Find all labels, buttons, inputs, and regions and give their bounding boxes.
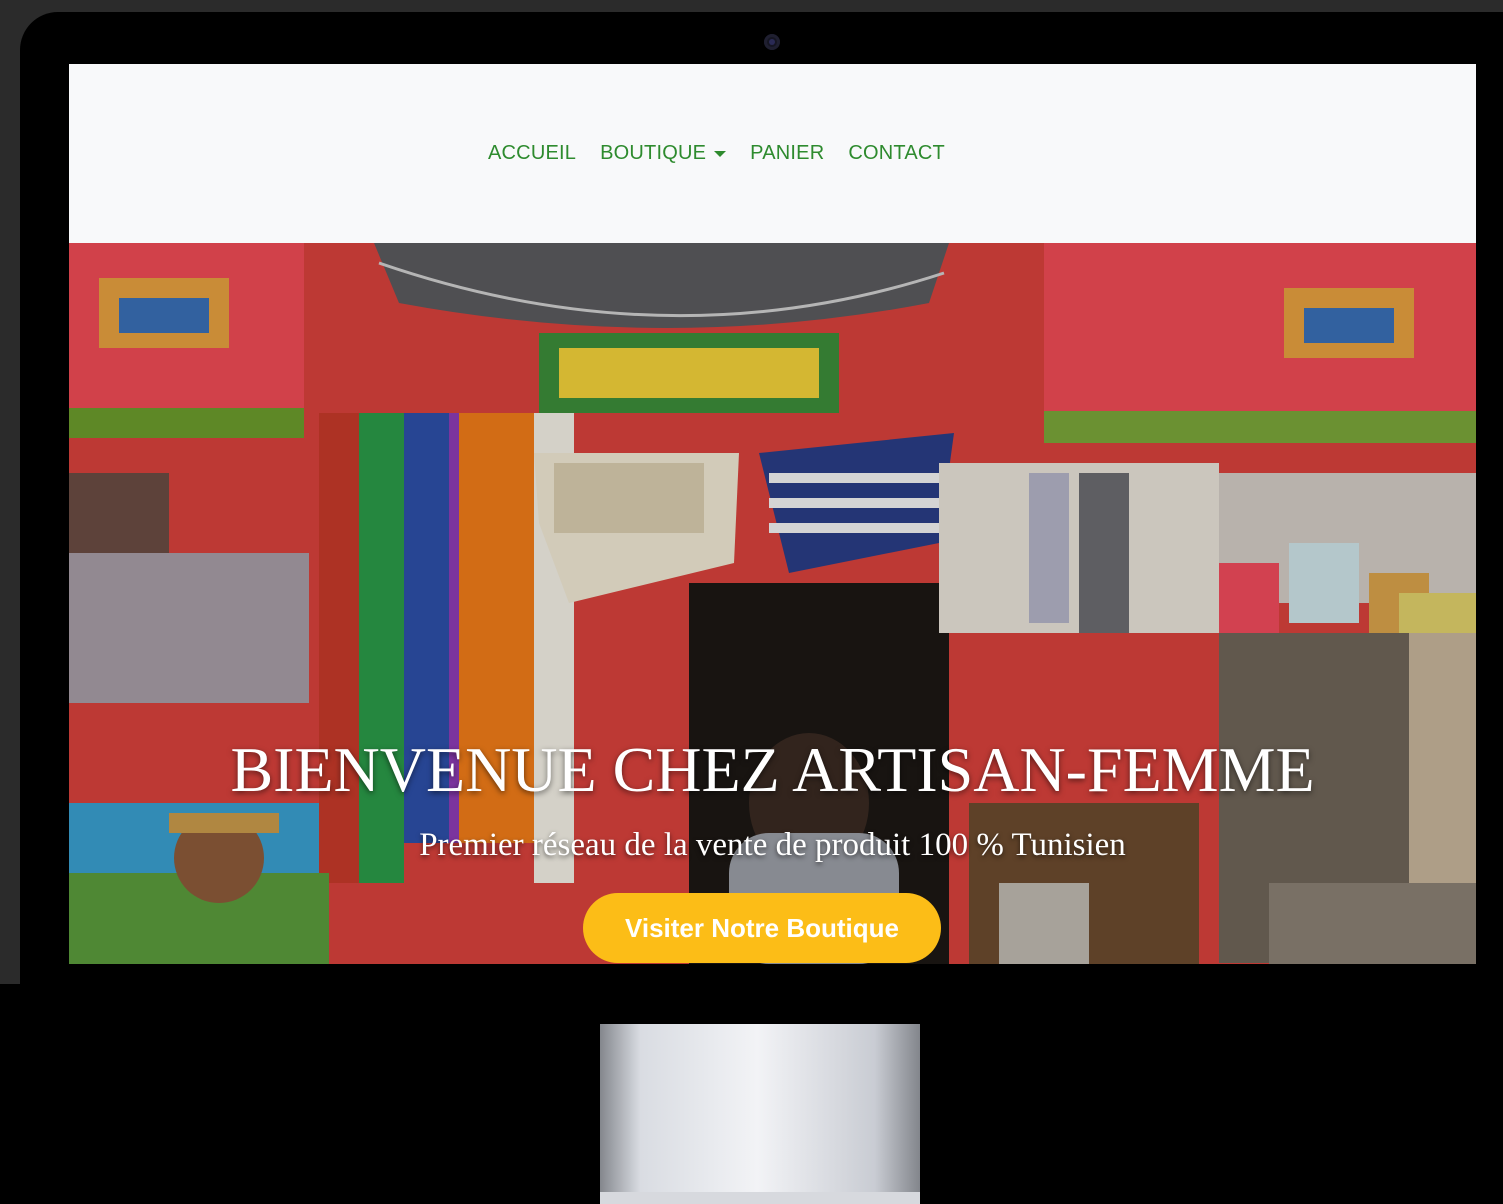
monitor-stand [600,1024,920,1204]
hero-title: BIENVENUE CHEZ ARTISAN-FEMME [230,734,1315,805]
visit-shop-button[interactable]: Visiter Notre Boutique [583,893,941,963]
nav-link-contact[interactable]: CONTACT [836,142,957,165]
nav-link-panier[interactable]: PANIER [738,142,836,165]
website-screen: ACCUEIL BOUTIQUE PANIER CONTACT BIENVENU… [69,64,1476,964]
caret-down-icon [714,150,727,157]
navbar: ACCUEIL BOUTIQUE PANIER CONTACT [69,64,1476,243]
nav-link-boutique-label: BOUTIQUE [600,142,707,164]
hero-subtitle: Premier réseau de la vente de produit 10… [419,827,1126,863]
nav-link-accueil[interactable]: ACCUEIL [476,142,588,165]
nav-link-boutique[interactable]: BOUTIQUE [588,142,738,165]
hero-section: BIENVENUE CHEZ ARTISAN-FEMME Premier rés… [69,243,1476,964]
nav-menu: ACCUEIL BOUTIQUE PANIER CONTACT [476,142,957,165]
camera-icon [764,34,780,50]
